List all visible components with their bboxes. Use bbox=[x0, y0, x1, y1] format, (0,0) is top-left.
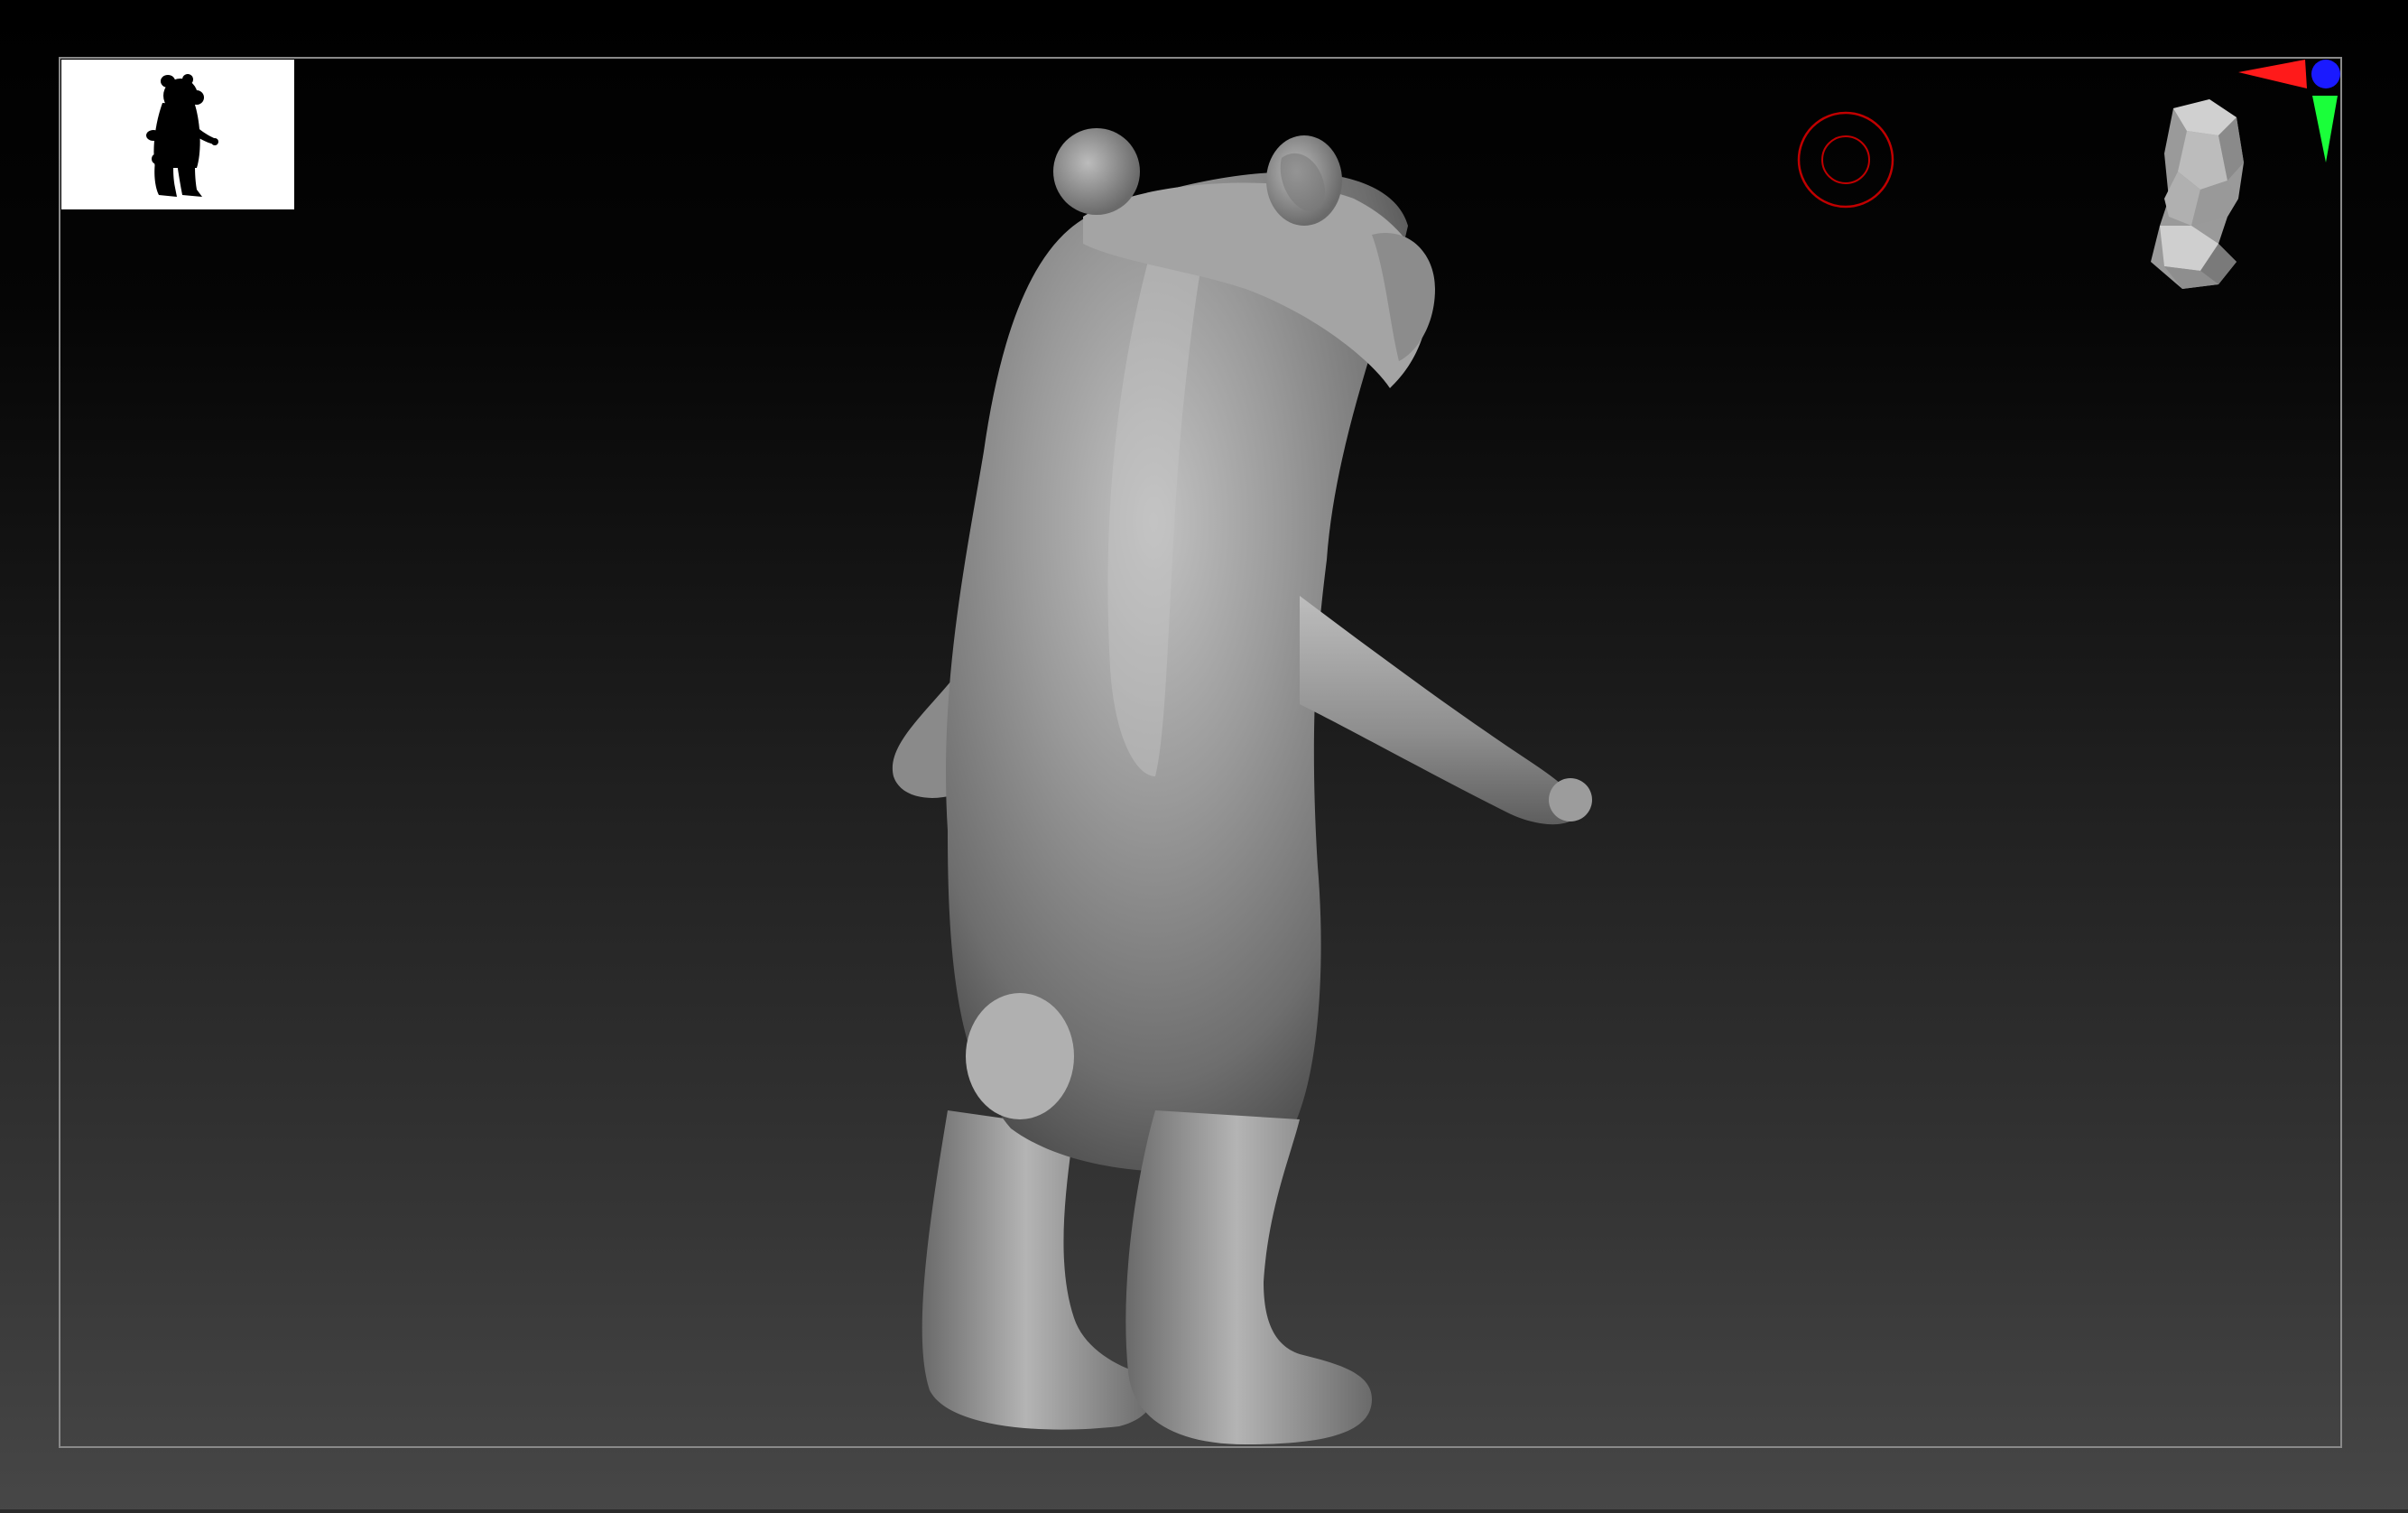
z-axis-dot[interactable] bbox=[2311, 60, 2340, 88]
zbrush-viewport[interactable] bbox=[0, 0, 2408, 1513]
transpose-pivot-icon[interactable] bbox=[1796, 110, 1895, 209]
bear-left-ear bbox=[1053, 128, 1140, 215]
bear-paw bbox=[1549, 778, 1592, 821]
bear-sculpt-model[interactable] bbox=[812, 90, 1625, 1471]
bear-tail bbox=[966, 993, 1074, 1119]
viewport-bottom-edge bbox=[0, 1509, 2408, 1513]
y-axis-arrow[interactable] bbox=[2312, 96, 2338, 162]
axis-gizmo-icon[interactable] bbox=[2233, 52, 2345, 170]
silhouette-thumbnail[interactable] bbox=[61, 60, 294, 209]
x-axis-arrow[interactable] bbox=[2238, 60, 2307, 88]
bear-silhouette-icon bbox=[146, 74, 218, 197]
bear-front-leg bbox=[1125, 1110, 1372, 1444]
bear-front-arm bbox=[1300, 596, 1579, 825]
